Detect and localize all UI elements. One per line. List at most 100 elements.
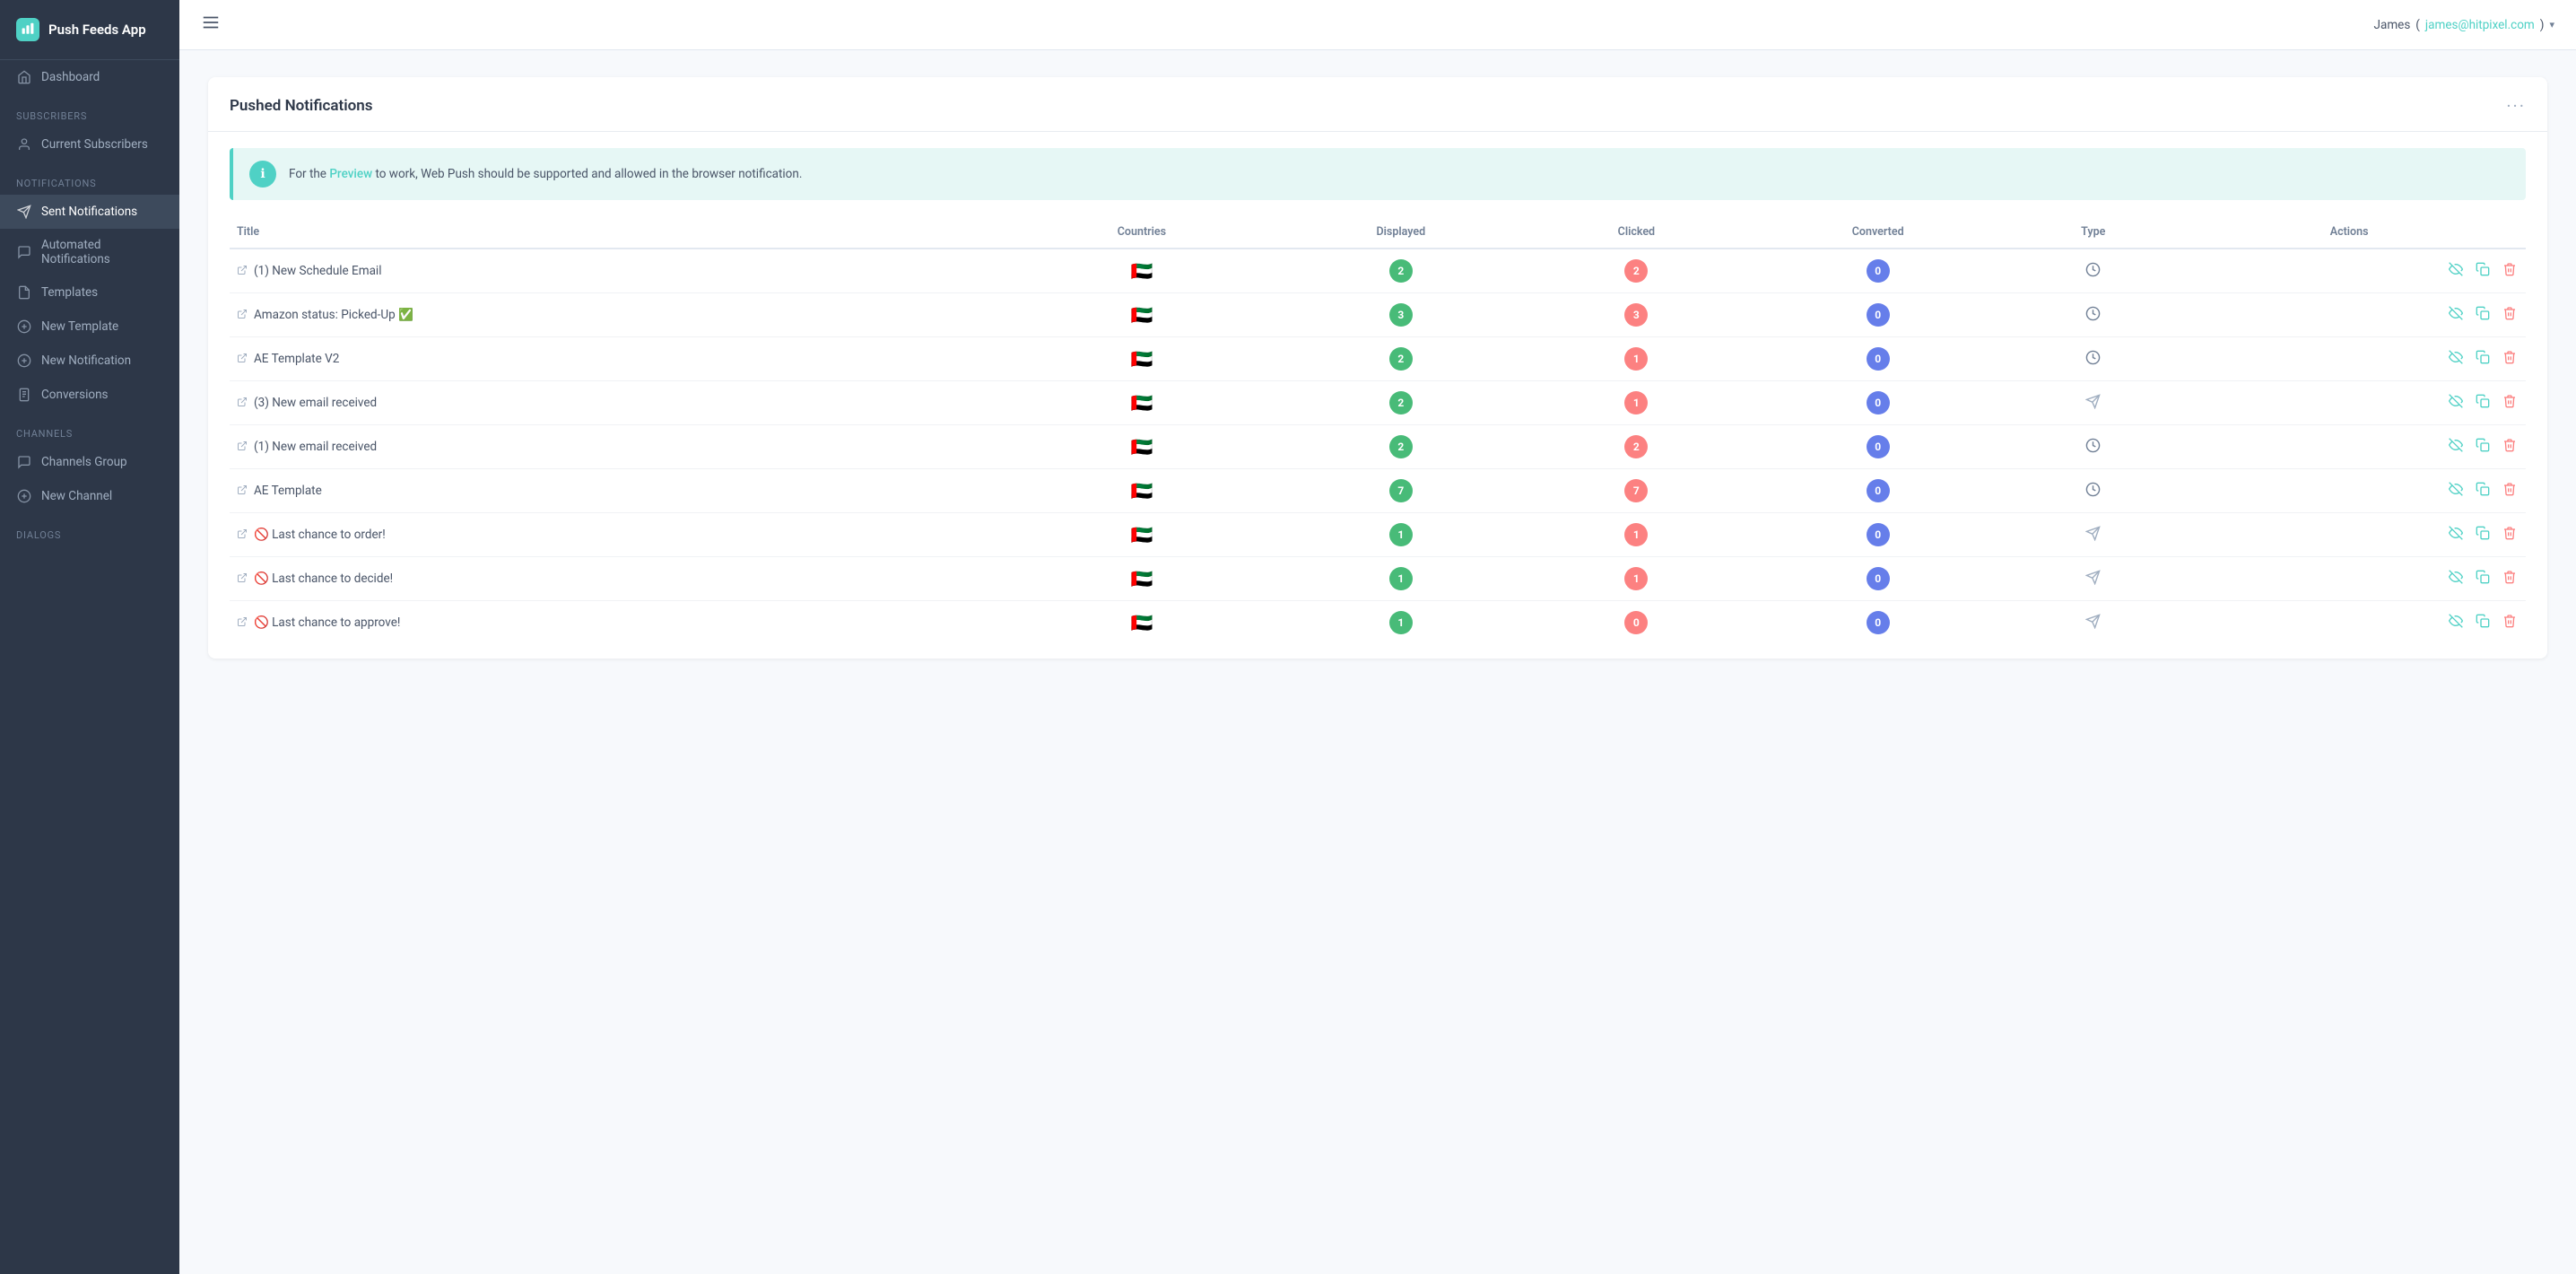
topbar: James ( james@hitpixel.com ) ▾ xyxy=(179,0,2576,50)
cell-converted: 0 xyxy=(1742,513,2014,557)
cell-type xyxy=(2014,293,2172,337)
external-link-icon[interactable] xyxy=(237,353,248,366)
row-title: (3) New email received xyxy=(254,396,377,410)
external-link-icon[interactable] xyxy=(237,616,248,630)
cell-displayed: 2 xyxy=(1271,337,1531,381)
external-link-icon[interactable] xyxy=(237,484,248,498)
converted-badge: 0 xyxy=(1867,611,1890,634)
displayed-badge: 3 xyxy=(1389,303,1413,327)
cell-actions xyxy=(2172,249,2526,293)
copy-button[interactable] xyxy=(2474,304,2492,327)
hide-button[interactable] xyxy=(2447,612,2465,634)
hide-button[interactable] xyxy=(2447,480,2465,502)
sidebar-item-dashboard[interactable]: Dashboard xyxy=(0,60,179,94)
delete-button[interactable] xyxy=(2501,304,2519,327)
hide-button[interactable] xyxy=(2447,260,2465,283)
col-type: Type xyxy=(2014,216,2172,249)
sidebar-item-templates[interactable]: Templates xyxy=(0,275,179,310)
cell-type xyxy=(2014,469,2172,513)
type-icon xyxy=(2085,353,2101,369)
notifications-table: Title Countries Displayed Clicked Conver… xyxy=(230,216,2526,644)
cell-countries: 🇦🇪 xyxy=(1013,249,1271,293)
converted-badge: 0 xyxy=(1867,347,1890,371)
cell-countries: 🇦🇪 xyxy=(1013,425,1271,469)
table-row: AE Template V2 🇦🇪 2 1 0 xyxy=(230,337,2526,381)
hide-button[interactable] xyxy=(2447,436,2465,458)
delete-button[interactable] xyxy=(2501,612,2519,634)
delete-button[interactable] xyxy=(2501,480,2519,502)
section-dialogs: Dialogs xyxy=(0,513,179,546)
delete-button[interactable] xyxy=(2501,568,2519,590)
cell-actions xyxy=(2172,513,2526,557)
card-title: Pushed Notifications xyxy=(230,97,372,115)
delete-button[interactable] xyxy=(2501,392,2519,414)
channels-group-label: Channels Group xyxy=(41,455,127,469)
sidebar-item-channels-group[interactable]: Channels Group xyxy=(0,445,179,479)
table-row: 🚫 Last chance to order! 🇦🇪 1 1 0 xyxy=(230,513,2526,557)
cell-actions xyxy=(2172,469,2526,513)
copy-button[interactable] xyxy=(2474,260,2492,283)
cell-actions xyxy=(2172,425,2526,469)
sidebar-item-new-template[interactable]: New Template xyxy=(0,310,179,344)
copy-button[interactable] xyxy=(2474,612,2492,634)
type-icon xyxy=(2085,528,2101,545)
sidebar-item-current-subscribers[interactable]: Current Subscribers xyxy=(0,127,179,161)
preview-link[interactable]: Preview xyxy=(329,167,372,181)
app-logo[interactable]: Push Feeds App xyxy=(0,0,179,60)
card-menu-icon[interactable]: ··· xyxy=(2506,95,2526,117)
hide-button[interactable] xyxy=(2447,348,2465,371)
cell-actions xyxy=(2172,601,2526,645)
delete-button[interactable] xyxy=(2501,348,2519,371)
type-icon xyxy=(2085,484,2101,501)
sidebar-item-new-notification[interactable]: New Notification xyxy=(0,344,179,378)
col-title: Title xyxy=(230,216,1013,249)
sidebar-item-automated-notifications[interactable]: Automated Notifications xyxy=(0,229,179,275)
row-title: 🚫 Last chance to order! xyxy=(254,528,386,542)
copy-button[interactable] xyxy=(2474,568,2492,590)
copy-button[interactable] xyxy=(2474,348,2492,371)
external-link-icon[interactable] xyxy=(237,528,248,542)
user-icon xyxy=(16,136,32,153)
menu-icon[interactable] xyxy=(201,13,221,37)
copy-button[interactable] xyxy=(2474,480,2492,502)
cell-type xyxy=(2014,249,2172,293)
converted-badge: 0 xyxy=(1867,259,1890,283)
external-link-icon[interactable] xyxy=(237,265,248,278)
sidebar-item-sent-notifications[interactable]: Sent Notifications xyxy=(0,195,179,229)
type-icon xyxy=(2085,265,2101,281)
hide-button[interactable] xyxy=(2447,568,2465,590)
cell-type xyxy=(2014,337,2172,381)
copy-button[interactable] xyxy=(2474,524,2492,546)
clicked-badge: 3 xyxy=(1624,303,1648,327)
sidebar-item-conversions[interactable]: Conversions xyxy=(0,378,179,412)
hide-button[interactable] xyxy=(2447,524,2465,546)
sent-notifications-label: Sent Notifications xyxy=(41,205,137,219)
copy-button[interactable] xyxy=(2474,392,2492,414)
cell-clicked: 7 xyxy=(1531,469,1743,513)
clicked-badge: 2 xyxy=(1624,259,1648,283)
converted-badge: 0 xyxy=(1867,303,1890,327)
cell-displayed: 3 xyxy=(1271,293,1531,337)
type-icon xyxy=(2085,397,2101,413)
cell-clicked: 2 xyxy=(1531,425,1743,469)
row-title: Amazon status: Picked-Up ✅ xyxy=(254,308,413,322)
cell-title: 🚫 Last chance to order! xyxy=(230,513,1013,557)
col-converted: Converted xyxy=(1742,216,2014,249)
hide-button[interactable] xyxy=(2447,304,2465,327)
external-link-icon[interactable] xyxy=(237,572,248,586)
cell-displayed: 1 xyxy=(1271,601,1531,645)
cell-converted: 0 xyxy=(1742,337,2014,381)
hide-button[interactable] xyxy=(2447,392,2465,414)
table-row: (1) New email received 🇦🇪 2 2 0 xyxy=(230,425,2526,469)
user-menu[interactable]: James ( james@hitpixel.com ) ▾ xyxy=(2374,18,2554,32)
delete-button[interactable] xyxy=(2501,524,2519,546)
delete-button[interactable] xyxy=(2501,260,2519,283)
delete-button[interactable] xyxy=(2501,436,2519,458)
flag-icon: 🇦🇪 xyxy=(1130,524,1153,545)
external-link-icon[interactable] xyxy=(237,309,248,322)
copy-button[interactable] xyxy=(2474,436,2492,458)
notifications-table-wrap: Title Countries Displayed Clicked Conver… xyxy=(208,216,2547,659)
sidebar-item-new-channel[interactable]: New Channel xyxy=(0,479,179,513)
external-link-icon[interactable] xyxy=(237,441,248,454)
external-link-icon[interactable] xyxy=(237,397,248,410)
